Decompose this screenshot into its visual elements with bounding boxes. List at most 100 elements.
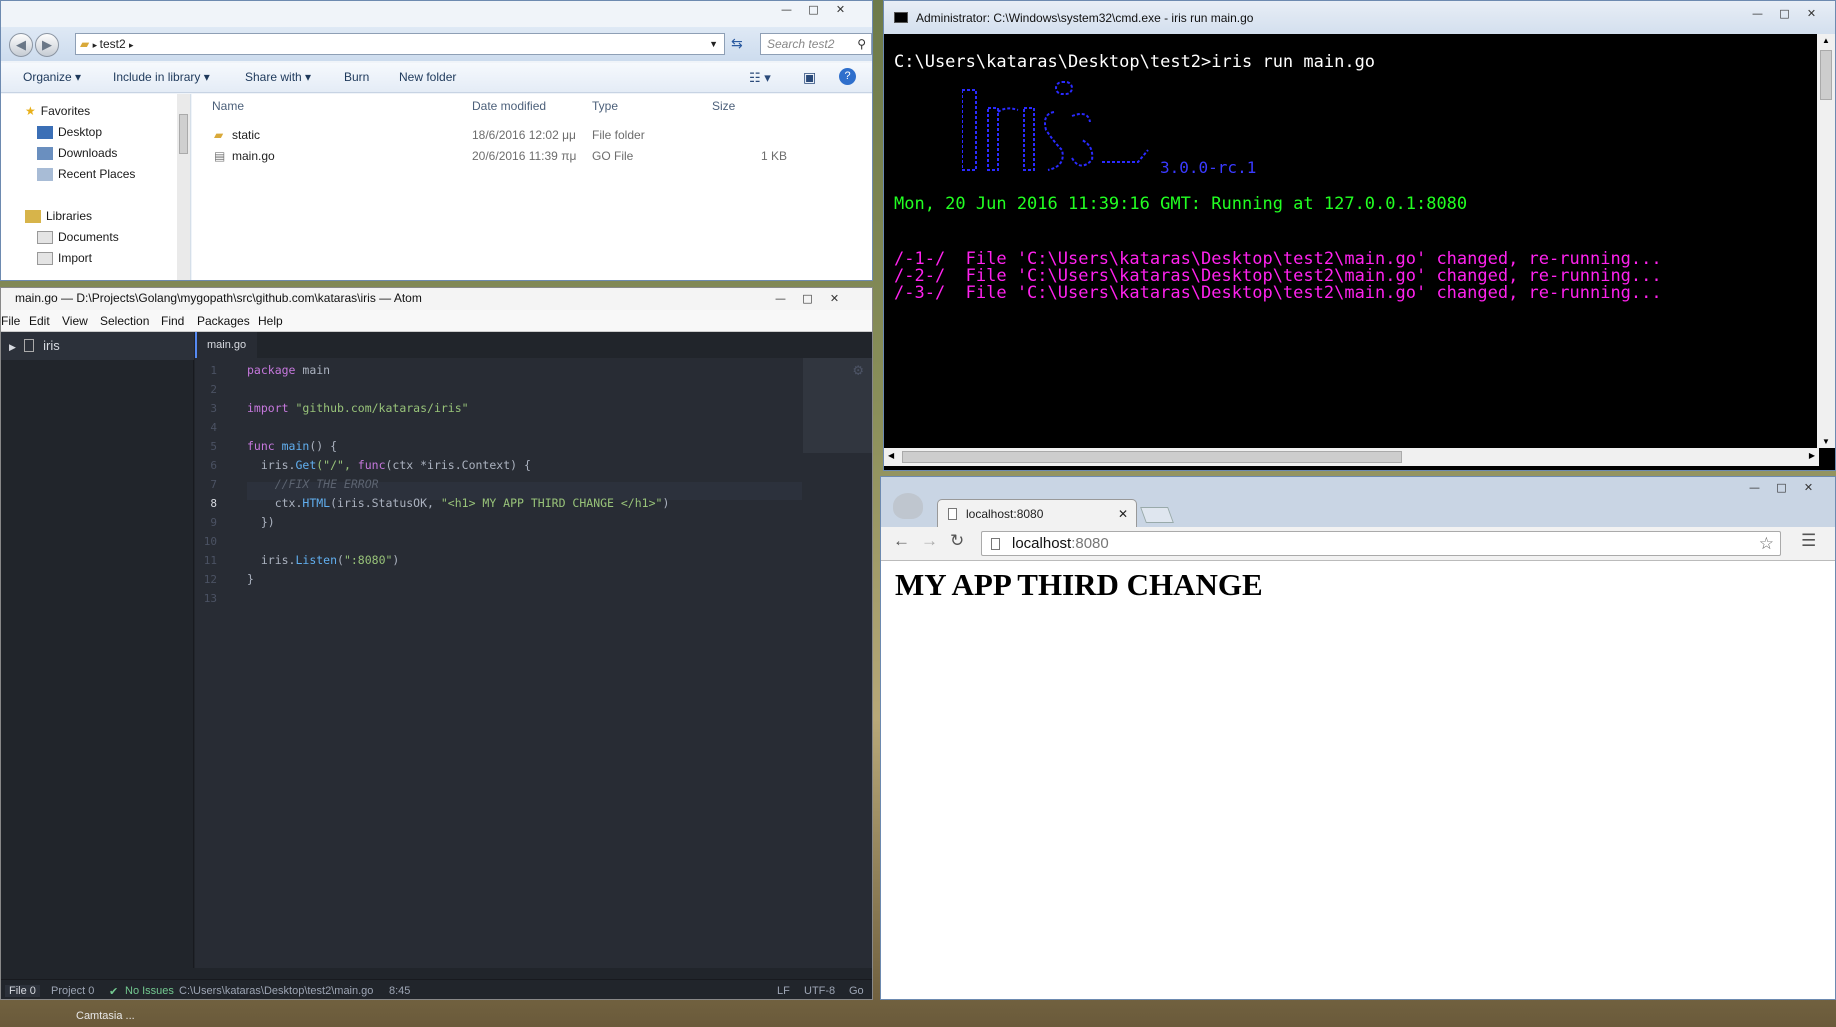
menu-view[interactable]: View — [62, 314, 88, 328]
organize-menu[interactable]: Organize ▾ — [23, 70, 81, 84]
menu-file[interactable]: File — [1, 314, 20, 328]
share-with-menu[interactable]: Share with ▾ — [245, 70, 311, 84]
maximize-button[interactable]: □ — [1768, 479, 1795, 497]
page-icon — [948, 508, 957, 520]
atom-title-bar: main.go — D:\Projects\Golang\mygopath\sr… — [1, 288, 872, 310]
maximize-button[interactable]: □ — [800, 1, 827, 19]
close-button[interactable]: ✕ — [1795, 479, 1822, 497]
status-grammar[interactable]: Go — [849, 985, 864, 997]
column-header-name[interactable]: Name — [212, 99, 244, 113]
code-text: iris. — [247, 553, 296, 567]
file-type: GO File — [592, 149, 634, 163]
minimize-button[interactable]: — — [1744, 5, 1771, 23]
minimap[interactable]: ⚙ — [803, 358, 872, 453]
code-text: () { — [309, 439, 338, 453]
search-input[interactable]: Search test2 ⚲ — [760, 33, 872, 55]
tree-item-root[interactable]: ▶ iris — [1, 332, 194, 360]
nav-desktop[interactable]: Desktop — [37, 125, 102, 139]
explorer-toolbar: Organize ▾ Include in library ▾ Share wi… — [1, 63, 872, 93]
taskbar-label[interactable]: Camtasia ... — [76, 1010, 135, 1022]
cmd-running-line: Mon, 20 Jun 2016 11:39:16 GMT: Running a… — [894, 194, 1468, 214]
nav-desktop-label: Desktop — [58, 125, 103, 139]
star-icon[interactable]: ☆ — [1759, 532, 1774, 555]
new-folder-button[interactable]: New folder — [399, 70, 456, 84]
status-line-ending[interactable]: LF — [777, 985, 790, 997]
close-button[interactable]: ✕ — [827, 1, 854, 19]
column-header-type[interactable]: Type — [592, 99, 618, 113]
nav-libraries[interactable]: Libraries — [25, 209, 92, 223]
scroll-down-icon[interactable]: ▼ — [1822, 437, 1830, 446]
new-tab-button[interactable] — [1140, 507, 1174, 523]
line-number: 13 — [203, 592, 217, 605]
address-bar[interactable]: localhost:8080 ☆ — [981, 531, 1781, 556]
cmd-horizontal-scrollbar[interactable]: ◀ ▶ — [884, 448, 1819, 466]
gear-icon: ⚙ — [853, 360, 863, 379]
close-button[interactable]: ✕ — [1798, 5, 1825, 23]
nav-recent-places[interactable]: Recent Places — [37, 167, 135, 181]
menu-edit[interactable]: Edit — [29, 314, 50, 328]
tab-main-go[interactable]: main.go — [195, 332, 257, 358]
menu-find[interactable]: Find — [161, 314, 184, 328]
cmd-console[interactable]: C:\Users\kataras\Desktop\test2>iris run … — [884, 34, 1819, 448]
scroll-left-icon[interactable]: ◀ — [888, 451, 894, 460]
scroll-right-icon[interactable]: ▶ — [1809, 451, 1815, 460]
status-project-count[interactable]: Project 0 — [51, 985, 94, 997]
minimize-button[interactable]: — — [767, 290, 794, 308]
code-editor[interactable]: ⚙ 1 2 3 4 5 6 7 8 9 10 11 12 13 package … — [195, 358, 872, 968]
forward-arrow-icon[interactable]: → — [921, 531, 938, 551]
file-row[interactable]: ▤ main.go 20/6/2016 11:39 πμ GO File 1 K… — [192, 146, 872, 166]
preview-pane-icon[interactable]: ▣ — [803, 69, 816, 86]
nav-import[interactable]: Import — [37, 251, 92, 265]
recent-places-icon — [37, 167, 53, 181]
nav-downloads[interactable]: Downloads — [37, 146, 117, 160]
help-icon[interactable]: ? — [839, 68, 856, 85]
address-row: ◀ ▶ ▰ ▸ test2 ▸ ▼ ⇆ Search test2 ⚲ — [1, 27, 872, 61]
browser-tab[interactable]: localhost:8080 ✕ — [937, 499, 1137, 527]
scrollbar-thumb[interactable] — [1820, 50, 1832, 100]
back-button[interactable]: ◀ — [9, 33, 33, 57]
file-row[interactable]: ▰ static 18/6/2016 12:02 μμ File folder — [192, 125, 872, 145]
minimize-button[interactable]: — — [1741, 479, 1768, 497]
menu-icon[interactable]: ☰ — [1801, 531, 1816, 551]
minimize-button[interactable]: — — [773, 1, 800, 19]
reload-icon[interactable]: ↻ — [950, 531, 964, 551]
nav-documents-label: Documents — [58, 230, 119, 244]
column-header-size[interactable]: Size — [712, 99, 735, 113]
scroll-up-icon[interactable]: ▲ — [1822, 36, 1830, 45]
menu-help[interactable]: Help — [258, 314, 283, 328]
maximize-button[interactable]: □ — [794, 290, 821, 308]
forward-button[interactable]: ▶ — [35, 33, 59, 57]
breadcrumb[interactable]: test2 — [100, 37, 126, 51]
function-name: main — [274, 439, 310, 453]
status-encoding[interactable]: UTF-8 — [804, 985, 835, 997]
status-file-path[interactable]: C:\Users\kataras\Desktop\test2\main.go — [179, 985, 373, 997]
nav-documents[interactable]: Documents — [37, 230, 119, 244]
back-arrow-icon[interactable]: ← — [893, 531, 910, 551]
menu-selection[interactable]: Selection — [100, 314, 149, 328]
address-bar[interactable]: ▰ ▸ test2 ▸ ▼ — [75, 33, 725, 55]
column-header-date[interactable]: Date modified — [472, 99, 546, 113]
scrollbar-thumb[interactable] — [902, 451, 1402, 463]
nav-favorites[interactable]: ★ Favorites — [25, 104, 90, 118]
atom-menu-bar: File Edit View Selection Find Packages H… — [1, 310, 872, 332]
refresh-icon[interactable]: ⇆ — [731, 35, 743, 52]
code-text: main — [295, 363, 331, 377]
status-file-count[interactable]: File 0 — [5, 985, 40, 997]
close-button[interactable]: ✕ — [821, 290, 848, 308]
close-tab-icon[interactable]: ✕ — [1118, 500, 1128, 528]
cmd-vertical-scrollbar[interactable]: ▲ ▼ — [1817, 34, 1835, 448]
maximize-button[interactable]: □ — [1771, 5, 1798, 23]
nav-scrollbar-thumb[interactable] — [179, 114, 188, 154]
view-options-icon[interactable]: ☷ ▾ — [749, 70, 771, 86]
menu-packages[interactable]: Packages — [197, 314, 250, 328]
function-name: Get — [295, 458, 317, 472]
nav-scrollbar[interactable] — [177, 94, 190, 280]
status-issues[interactable]: No Issues — [125, 985, 174, 997]
include-in-library-menu[interactable]: Include in library ▾ — [113, 70, 210, 84]
desktop-icon — [37, 125, 53, 139]
status-cursor-position[interactable]: 8:45 — [389, 985, 410, 997]
star-icon: ★ — [25, 104, 36, 118]
line-number: 9 — [210, 516, 217, 529]
burn-button[interactable]: Burn — [344, 70, 369, 84]
address-dropdown-icon[interactable]: ▼ — [709, 34, 718, 54]
